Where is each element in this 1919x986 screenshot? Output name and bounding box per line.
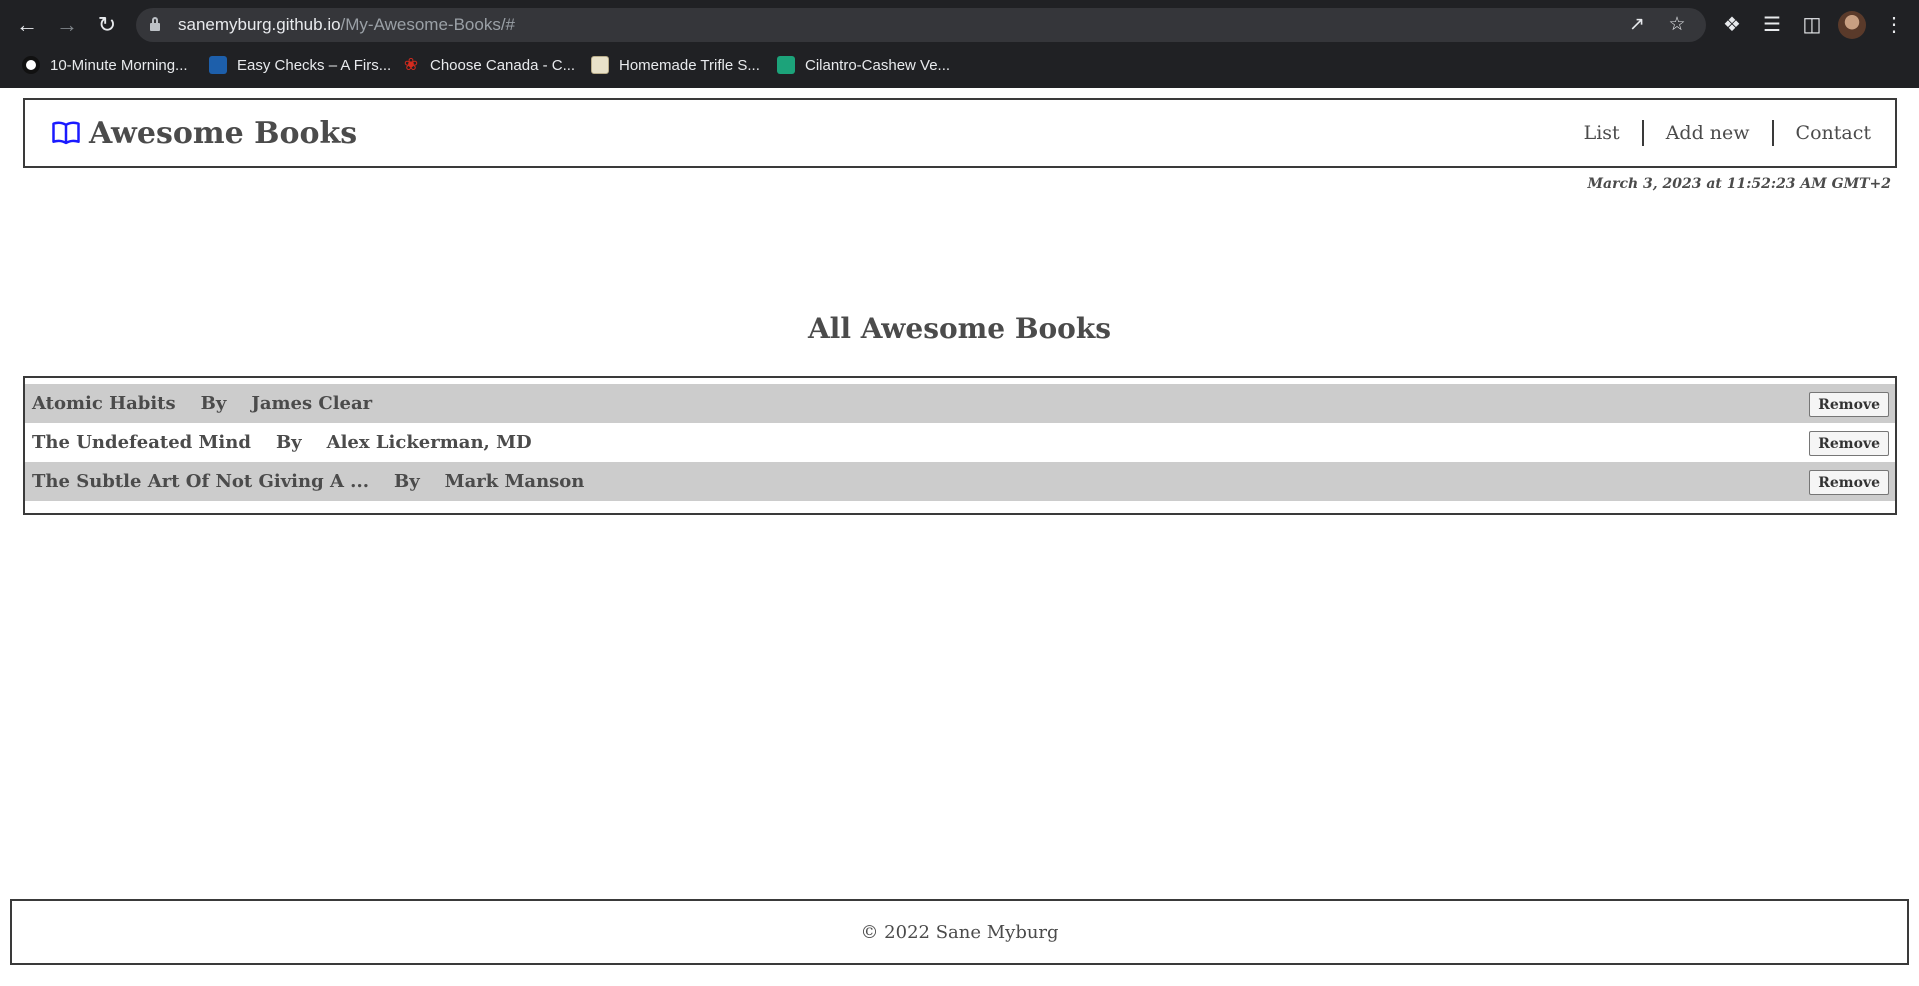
media-queue-icon[interactable]: ☰ [1757, 10, 1787, 40]
book-row: The Undefeated Mind By Alex Lickerman, M… [25, 423, 1895, 462]
bookmark-item[interactable]: Homemade Trifle S... [591, 50, 760, 80]
arrow-left-icon[interactable]: ← [12, 10, 42, 40]
bookmark-item[interactable]: ❀ Choose Canada - C... [402, 50, 575, 80]
book-row: The Subtle Art Of Not Giving A ... By Ma… [25, 462, 1895, 501]
remove-button[interactable]: Remove [1809, 470, 1889, 495]
remove-button[interactable]: Remove [1809, 431, 1889, 456]
bookmark-item[interactable]: 10-Minute Morning... [22, 50, 188, 80]
book-title: Atomic Habits [32, 393, 176, 414]
site-footer: © 2022 Sane Myburg [10, 899, 1909, 965]
bookmark-label: 10-Minute Morning... [50, 56, 188, 74]
star-icon[interactable]: ☆ [1664, 12, 1690, 38]
url-text[interactable]: sanemyburg.github.io/My-Awesome-Books/# [178, 8, 515, 42]
page-title: All Awesome Books [807, 312, 1112, 345]
nav-link-contact[interactable]: Contact [1774, 120, 1871, 146]
url-path: /My-Awesome-Books/# [340, 15, 516, 34]
site-header: Awesome Books List Add new Contact [23, 98, 1897, 168]
recipe-favicon-icon [591, 56, 609, 74]
open-book-icon [52, 121, 80, 145]
reload-icon[interactable]: ↻ [92, 10, 122, 40]
bookmark-item[interactable]: Cilantro-Cashew Ve... [777, 50, 950, 80]
side-panel-icon[interactable]: ◫ [1797, 10, 1827, 40]
book-by-label: By [200, 393, 227, 414]
book-author: Alex Lickerman, MD [326, 432, 532, 453]
w3c-logo-icon [209, 56, 227, 74]
book-list: Atomic Habits By James Clear Remove The … [23, 376, 1897, 515]
address-bar[interactable]: sanemyburg.github.io/My-Awesome-Books/# … [136, 8, 1706, 42]
logo: Awesome Books [51, 100, 357, 166]
nav-link-add-new[interactable]: Add new [1644, 120, 1774, 146]
leaf-favicon-icon [777, 56, 795, 74]
current-datetime: March 3, 2023 at 11:52:23 AM GMT+2 [1587, 176, 1892, 192]
book-title: The Subtle Art Of Not Giving A ... [32, 471, 369, 492]
book-author: James Clear [251, 393, 373, 414]
arrow-right-icon[interactable]: → [52, 10, 82, 40]
h-logo-icon [22, 56, 40, 74]
url-host: sanemyburg.github.io [178, 15, 341, 34]
puzzle-icon[interactable]: ❖ [1717, 10, 1747, 40]
bookmark-label: Cilantro-Cashew Ve... [805, 56, 951, 74]
book-author: Mark Manson [444, 471, 585, 492]
bookmarks-bar: 10-Minute Morning... Easy Checks – A Fir… [0, 50, 1919, 88]
book-row: Atomic Habits By James Clear Remove [25, 384, 1895, 423]
share-icon[interactable]: ↗ [1624, 12, 1650, 38]
browser-toolbar: ← → ↻ sanemyburg.github.io/My-Awesome-Bo… [0, 0, 1919, 50]
lock-icon[interactable] [150, 17, 160, 31]
remove-button[interactable]: Remove [1809, 392, 1889, 417]
bookmark-label: Homemade Trifle S... [619, 56, 760, 74]
site-title: Awesome Books [89, 115, 358, 151]
maple-leaf-icon: ❀ [403, 55, 419, 74]
book-by-label: By [393, 471, 420, 492]
book-title: The Undefeated Mind [32, 432, 251, 453]
nav-link-list[interactable]: List [1562, 120, 1644, 146]
bookmark-label: Easy Checks – A Firs... [237, 56, 392, 74]
kebab-menu-icon[interactable]: ⋮ [1879, 10, 1909, 40]
main-nav: List Add new Contact [1562, 100, 1871, 166]
bookmark-item[interactable]: Easy Checks – A Firs... [209, 50, 391, 80]
bookmark-label: Choose Canada - C... [430, 56, 576, 74]
book-by-label: By [275, 432, 302, 453]
profile-avatar[interactable] [1838, 11, 1866, 39]
copyright-text: © 2022 Sane Myburg [860, 921, 1059, 943]
